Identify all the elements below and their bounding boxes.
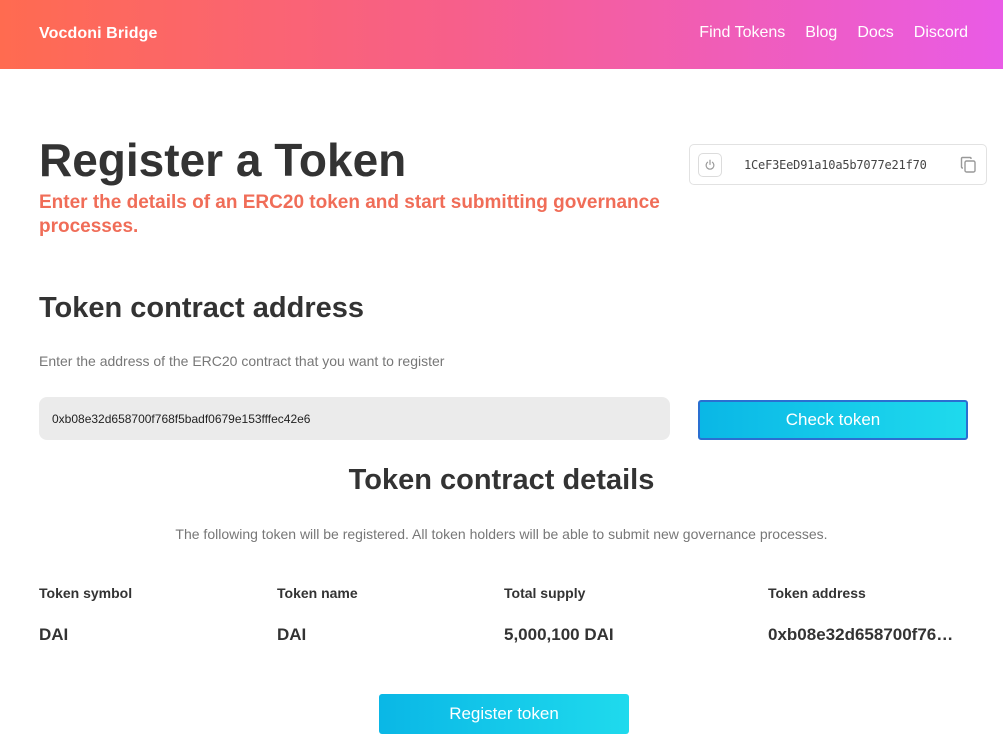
nav-docs[interactable]: Docs xyxy=(857,24,893,42)
token-address-label: Token address xyxy=(768,585,866,601)
nav-discord[interactable]: Discord xyxy=(914,24,968,42)
nav-blog[interactable]: Blog xyxy=(805,24,837,42)
contract-section-title: Token contract address xyxy=(39,292,365,324)
token-name-value: DAI xyxy=(277,625,307,644)
token-symbol-column: Token symbol DAI xyxy=(39,585,132,645)
register-token-button[interactable]: Register token xyxy=(379,694,629,734)
brand-logo[interactable]: Vocdoni Bridge xyxy=(39,25,157,43)
token-symbol-label: Token symbol xyxy=(39,585,133,601)
top-bar: Vocdoni Bridge Find Tokens Blog Docs Dis… xyxy=(0,0,1003,69)
total-supply-value: 5,000,100 DAI xyxy=(504,625,614,644)
wallet-address: 1CeF3EeD91a10a5b7077e21f70 xyxy=(744,157,927,172)
details-description: The following token will be registered. … xyxy=(175,526,828,542)
power-icon[interactable] xyxy=(698,152,722,177)
nav-find-tokens[interactable]: Find Tokens xyxy=(699,24,785,42)
contract-address-input[interactable] xyxy=(39,397,670,440)
page-subtitle: Enter the details of an ERC20 token and … xyxy=(39,192,660,237)
details-title: Token contract details xyxy=(348,464,655,496)
wallet-box: 1CeF3EeD91a10a5b7077e21f70 xyxy=(689,144,987,185)
contract-description: Enter the address of the ERC20 contract … xyxy=(39,353,445,369)
check-token-button[interactable]: Check token xyxy=(698,400,968,440)
total-supply-label: Total supply xyxy=(504,585,586,601)
total-supply-column: Total supply 5,000,100 DAI xyxy=(504,585,614,645)
copy-icon[interactable] xyxy=(960,156,977,179)
token-name-column: Token name DAI xyxy=(277,585,358,645)
main-nav: Find Tokens Blog Docs Discord xyxy=(699,24,968,42)
token-name-label: Token name xyxy=(277,585,358,601)
page-title: Register a Token xyxy=(39,134,407,186)
token-address-column: Token address 0xb08e32d658700f76… xyxy=(768,585,963,645)
token-address-value: 0xb08e32d658700f76… xyxy=(768,625,954,644)
token-symbol-value: DAI xyxy=(39,625,69,644)
